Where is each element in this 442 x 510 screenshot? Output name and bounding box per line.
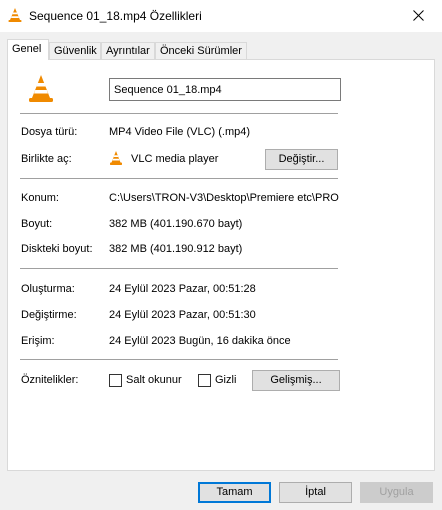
advanced-button[interactable]: Gelişmiş...	[252, 370, 340, 391]
separator	[20, 178, 338, 179]
hidden-checkbox[interactable]	[198, 374, 211, 387]
modified-value: 24 Eylül 2023 Pazar, 00:51:30	[109, 309, 256, 321]
tab-general[interactable]: Genel	[7, 39, 49, 60]
read-only-checkbox[interactable]	[109, 374, 122, 387]
created-value: 24 Eylül 2023 Pazar, 00:51:28	[109, 283, 256, 295]
tab-details[interactable]: Ayrıntılar	[101, 42, 155, 59]
general-panel: Dosya türü: MP4 Video File (VLC) (.mp4) …	[7, 59, 435, 471]
tab-previous-versions[interactable]: Önceki Sürümler	[155, 42, 247, 59]
close-icon	[413, 10, 424, 21]
vlc-file-icon	[29, 75, 53, 102]
vlc-cone-icon	[8, 8, 22, 22]
size-on-disk-label: Diskteki boyut:	[21, 243, 93, 255]
hidden-label: Gizli	[215, 374, 237, 386]
read-only-label: Salt okunur	[126, 374, 182, 386]
title-bar: Sequence 01_18.mp4 Özellikleri	[0, 0, 442, 32]
cancel-button[interactable]: İptal	[279, 482, 352, 503]
accessed-value: 24 Eylül 2023 Bugün, 16 dakika önce	[109, 335, 291, 347]
opens-with-value: VLC media player	[131, 153, 219, 165]
file-type-label: Dosya türü:	[21, 126, 78, 138]
size-label: Boyut:	[21, 218, 53, 230]
created-label: Oluşturma:	[21, 283, 75, 295]
separator	[20, 268, 338, 269]
size-on-disk-value: 382 MB (401.190.912 bayt)	[109, 243, 243, 255]
modified-label: Değiştirme:	[21, 309, 77, 321]
separator	[20, 113, 338, 114]
separator	[20, 359, 338, 360]
opens-with-label: Birlikte aç:	[21, 153, 72, 165]
file-name-input[interactable]	[109, 78, 341, 101]
location-label: Konum:	[21, 192, 59, 204]
accessed-label: Erişim:	[21, 335, 55, 347]
change-button[interactable]: Değiştir...	[265, 149, 338, 170]
window-title: Sequence 01_18.mp4 Özellikleri	[29, 9, 202, 23]
ok-button[interactable]: Tamam	[198, 482, 271, 503]
size-value: 382 MB (401.190.670 bayt)	[109, 218, 243, 230]
attributes-label: Öznitelikler:	[21, 374, 79, 386]
apply-button[interactable]: Uygula	[360, 482, 433, 503]
file-type-value: MP4 Video File (VLC) (.mp4)	[109, 126, 251, 138]
vlc-app-icon	[110, 151, 122, 165]
close-button[interactable]	[396, 0, 442, 32]
location-value: C:\Users\TRON-V3\Desktop\Premiere etc\PR…	[109, 192, 339, 204]
tab-security[interactable]: Güvenlik	[49, 42, 101, 59]
